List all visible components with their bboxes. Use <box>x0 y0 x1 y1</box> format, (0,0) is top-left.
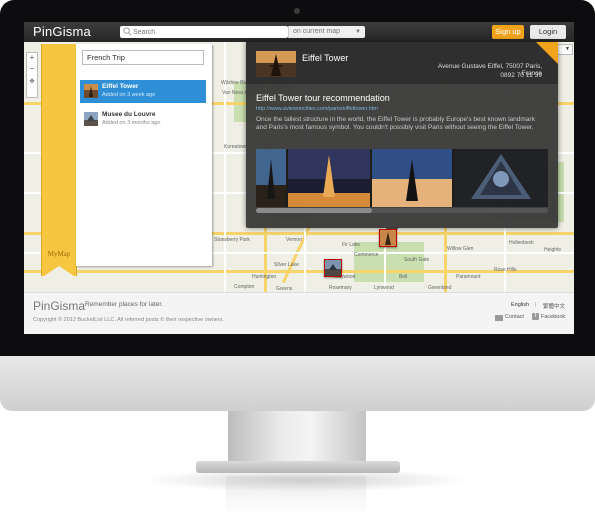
search-icon <box>123 27 132 36</box>
map-pin-louvre[interactable] <box>324 259 342 277</box>
zoom-out-button[interactable]: − <box>27 64 37 74</box>
map-pin-eiffel[interactable] <box>379 229 397 247</box>
app-logo[interactable]: PinGisma <box>33 24 91 39</box>
footer: PinGisma Remember places for later. Copy… <box>24 292 574 334</box>
map-label: Rosemary <box>329 285 352 291</box>
signup-button[interactable]: Sign up <box>492 25 524 39</box>
footer-tagline: Remember places for later. <box>85 301 164 308</box>
recommendation-description: Once the tallest structure in the world,… <box>256 116 535 131</box>
footer-logo[interactable]: PinGisma <box>33 299 85 313</box>
chevron-down-icon: ▼ <box>565 46 570 52</box>
place-meta: Added on 3 week ago <box>102 92 156 98</box>
zoom-control: + − ✥ <box>26 52 38 98</box>
list-item[interactable]: Musee du Louvre Added on 3 months ago <box>80 108 206 131</box>
mymap-ribbon[interactable] <box>41 44 77 276</box>
language-separator: | <box>535 302 537 308</box>
gallery-scroll-thumb[interactable] <box>256 208 372 213</box>
map-label: Vernon <box>286 237 302 243</box>
place-meta: Added on 3 months ago <box>102 120 161 126</box>
photo-gallery[interactable] <box>256 149 548 207</box>
eiffel-photo[interactable] <box>256 51 296 77</box>
map-label: Bell <box>399 274 408 280</box>
facebook-link[interactable]: Facebook <box>541 314 565 320</box>
recommendation-link[interactable]: http://www.aviewoncities.com/paris/eiffe… <box>256 106 378 112</box>
contact-link[interactable]: Contact <box>505 314 524 320</box>
map-label: Willow Glen <box>447 246 474 252</box>
map-label: Lynwood <box>374 285 394 291</box>
louvre-thumbnail <box>84 112 98 126</box>
facebook-icon: f <box>532 313 539 320</box>
ribbon-label: MyMap <box>47 250 71 258</box>
stand-reflection <box>226 476 366 516</box>
map-label: South Gate <box>404 257 430 263</box>
trip-panel <box>76 44 212 266</box>
place-name: Musee du Louvre <box>102 111 156 118</box>
popup-title: Eiffel Tower <box>302 53 349 63</box>
popup-corner-tag[interactable] <box>536 42 558 64</box>
trip-name-value: French Trip <box>87 53 125 62</box>
map-label: Commerce <box>354 252 379 258</box>
language-chinese-link[interactable]: 繁體中文 <box>543 302 565 310</box>
map-label: Strawberry Park <box>214 237 250 243</box>
monitor: PinGisma on current map ▼ Sign up Login <box>0 0 595 523</box>
map-label: Paramount <box>456 274 481 280</box>
map-label: Fir Lake <box>342 242 361 248</box>
map-label: Rose Hills <box>494 267 517 273</box>
mail-icon <box>495 315 503 321</box>
monitor-foot <box>196 461 400 473</box>
search-input[interactable] <box>133 26 283 38</box>
map-label: Greenland <box>428 285 452 291</box>
popup-phone: 0892 70 12 39 <box>500 72 542 79</box>
map-road <box>24 270 574 273</box>
login-button[interactable]: Login <box>530 25 566 39</box>
ribbon-notch <box>41 266 77 278</box>
monitor-stand <box>228 411 366 463</box>
place-name: Eiffel Tower <box>102 83 139 90</box>
map-label: Hollenbeck <box>509 240 534 246</box>
eiffel-thumbnail <box>84 84 98 98</box>
pan-icon[interactable]: ✥ <box>27 77 37 87</box>
search-scope-select[interactable]: on current map ▼ <box>288 26 365 38</box>
map-label: Compton <box>234 284 255 290</box>
search-scope-value: on current map <box>293 28 341 35</box>
map-label: Huntington <box>252 274 277 280</box>
monitor-chin <box>0 356 595 411</box>
map-label: Silver Lake <box>274 262 299 268</box>
camera-icon <box>294 8 300 14</box>
trip-name-field[interactable]: French Trip <box>82 50 204 65</box>
list-item[interactable]: Eiffel Tower Added on 3 week ago <box>80 80 206 103</box>
map-label: Heights <box>544 247 561 253</box>
language-english-link[interactable]: English <box>511 302 529 308</box>
recommendation-title: Eiffel Tower tour recommendation <box>256 93 390 103</box>
chevron-down-icon: ▼ <box>355 29 361 35</box>
map-label: Koreatown <box>224 144 248 150</box>
screen: PinGisma on current map ▼ Sign up Login <box>24 22 574 334</box>
place-popup: Eiffel Tower Avenue Gustave Eiffel, 7500… <box>246 42 558 228</box>
zoom-in-button[interactable]: + <box>27 53 37 63</box>
footer-copyright: Copyright © 2012 BucketList LLC. All ref… <box>33 317 224 323</box>
